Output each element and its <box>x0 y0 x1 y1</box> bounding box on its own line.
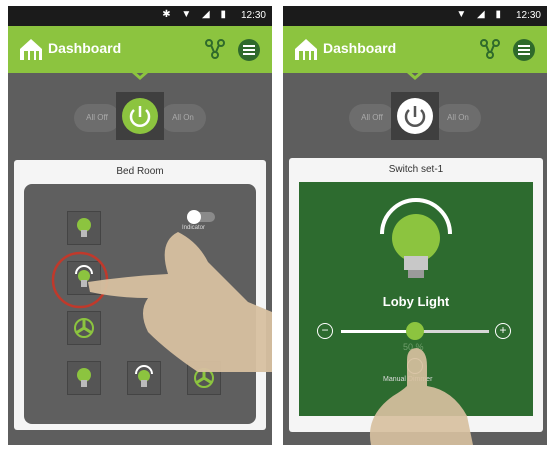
switch-set-title: Switch set-1 <box>388 164 444 175</box>
network-icon[interactable] <box>204 38 226 60</box>
app-bar: Dashboard <box>283 26 547 73</box>
dimmer-slider[interactable] <box>341 322 489 340</box>
increase-button[interactable]: + <box>495 323 511 339</box>
device-grid: Indicator <box>24 184 256 424</box>
network-icon[interactable] <box>479 38 501 60</box>
light-name: Loby Light <box>382 294 450 309</box>
all-on-button[interactable]: All On <box>160 104 206 132</box>
chevron-down-icon <box>406 69 424 80</box>
room-panel: Bed Room Indicator <box>14 160 266 430</box>
home-icon[interactable] <box>293 36 319 62</box>
power-controls: All Off All On <box>341 92 489 144</box>
page-title: Dashboard <box>48 40 122 56</box>
manual-dimmer-label: Manual Dimmer <box>383 376 433 383</box>
app-bar: Dashboard <box>8 26 272 73</box>
menu-icon[interactable] <box>238 39 260 61</box>
status-bar: ✱ ▼ ◢ ▮ 12:30 <box>8 6 272 26</box>
chevron-down-icon <box>131 69 149 80</box>
fan-icon[interactable] <box>188 362 220 394</box>
dimmer-bulb-icon[interactable] <box>68 262 100 294</box>
dimmer-bulb-icon[interactable] <box>128 362 160 394</box>
slider-knob[interactable] <box>406 322 424 340</box>
room-title: Bed Room <box>116 166 164 177</box>
slider-fill <box>341 330 415 333</box>
power-controls: All Off All On <box>66 92 214 144</box>
status-bar: ▼ ◢ ▮ 12:30 <box>283 6 547 26</box>
power-icon[interactable] <box>116 92 164 140</box>
status-icons: ✱ ▼ ◢ ▮ <box>162 9 230 20</box>
home-icon[interactable] <box>18 36 44 62</box>
indicator-label: Indicator <box>182 225 206 231</box>
menu-icon[interactable] <box>513 39 535 61</box>
status-time: 12:30 <box>515 10 541 21</box>
status-time: 12:30 <box>240 10 266 21</box>
bulb-icon[interactable] <box>68 212 100 244</box>
dimmer-value: 50 % <box>403 342 424 352</box>
switch-panel: Switch set-1 Loby Light − + 50 % Manual … <box>289 158 543 432</box>
power-icon[interactable] <box>391 92 439 140</box>
dimmer-card: Loby Light − + 50 % Manual Dimmer <box>299 182 533 416</box>
indicator-toggle[interactable] <box>187 210 215 224</box>
bulb-icon[interactable] <box>68 362 100 394</box>
bulb-icon <box>380 198 452 278</box>
all-on-button[interactable]: All On <box>435 104 481 132</box>
fan-icon[interactable] <box>68 312 100 344</box>
decrease-button[interactable]: − <box>317 323 333 339</box>
phone-screen-right: ▼ ◢ ▮ 12:30 Dashboard All Off All On Swi… <box>283 6 547 445</box>
all-off-button[interactable]: All Off <box>349 104 395 132</box>
phone-screen-left: ✱ ▼ ◢ ▮ 12:30 Dashboard All Off All On B… <box>8 6 272 445</box>
all-off-button[interactable]: All Off <box>74 104 120 132</box>
status-icons: ▼ ◢ ▮ <box>456 9 505 20</box>
page-title: Dashboard <box>323 40 397 56</box>
manual-dimmer-icon[interactable] <box>407 358 423 374</box>
